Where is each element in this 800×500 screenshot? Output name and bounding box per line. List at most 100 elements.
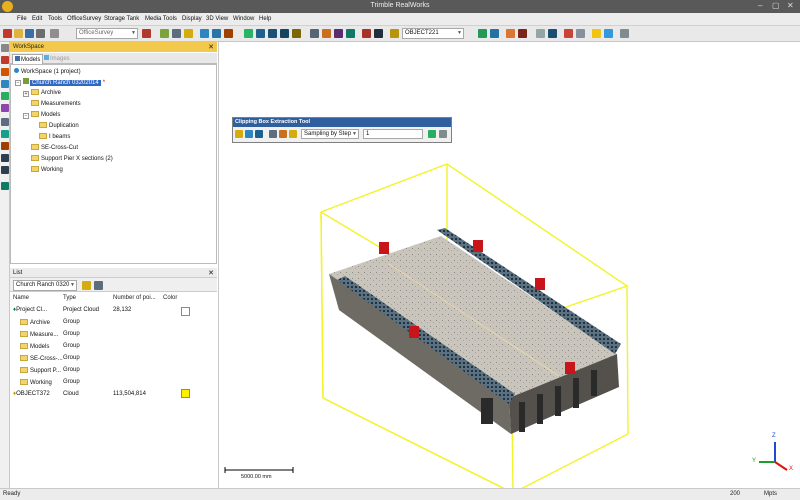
top-view-icon[interactable] [256,29,265,38]
module-icon[interactable] [142,29,151,38]
view-icon[interactable] [244,29,253,38]
tree-project[interactable]: Church Ranch 03202014 * [23,78,105,87]
column-points[interactable]: Number of poi... [113,295,156,301]
3d-viewport[interactable]: 5000.00 mm Z Y X [218,42,800,494]
column-name[interactable]: Name [13,295,29,301]
zoom-icon[interactable] [200,29,209,38]
menu-help[interactable]: Help [259,16,271,22]
rotate-box-icon[interactable] [255,130,263,138]
table-row[interactable]: Archive [20,319,50,331]
grid-icon[interactable] [490,29,499,38]
table-row[interactable]: ♦Project Cl... [13,307,47,319]
snap-icon[interactable] [478,29,487,38]
clip-icon[interactable] [362,29,371,38]
menu-storage-tank[interactable]: Storage Tank [104,16,139,22]
new-icon[interactable] [3,29,12,38]
point-size-icon[interactable] [346,29,355,38]
delete-icon[interactable] [1,56,9,64]
measure-icon[interactable] [184,29,193,38]
table-row[interactable]: ♦OBJECT372 [13,391,50,403]
layer-icon[interactable] [374,29,383,38]
marker-icon[interactable] [564,29,573,38]
list-project-select[interactable]: Church Ranch 0320 ▼ [13,280,77,291]
scan-icon[interactable] [548,29,557,38]
move-icon[interactable] [245,130,253,138]
menu-edit[interactable]: Edit [32,16,42,22]
table-row[interactable]: Models [20,343,49,355]
mesh-icon[interactable] [1,118,9,126]
open-icon[interactable] [14,29,23,38]
tree-root[interactable]: WorkSpace (1 project) [14,68,81,77]
blue-color-icon[interactable] [604,29,613,38]
tree-item-support-pier[interactable]: Support Pier X sections (2) [31,155,113,164]
extra-icon[interactable] [620,29,629,38]
apply-icon[interactable] [428,130,436,138]
rectangle-select-icon[interactable] [172,29,181,38]
rotate-icon[interactable] [224,29,233,38]
export-icon[interactable] [1,182,9,190]
tree-item-se-cross-cut[interactable]: SE-Cross-Cut [31,144,78,153]
color-icon[interactable] [322,29,331,38]
tab-images[interactable]: Images [42,54,72,64]
select-icon[interactable] [160,29,169,38]
table-row[interactable]: Measure... [20,331,58,343]
object-icon[interactable] [390,29,399,38]
close-icon[interactable]: ✕ [208,269,214,277]
tree-item-models[interactable]: Models [31,111,60,120]
object-select[interactable]: OBJECT221 ▼ [402,28,464,39]
tab-models[interactable]: Models [12,54,44,64]
cut-icon[interactable] [1,68,9,76]
side-view-icon[interactable] [280,29,289,38]
menu-display[interactable]: Display [182,16,202,22]
tree-item-archive[interactable]: Archive [31,89,61,98]
tree-expander[interactable]: + [23,91,29,97]
tree-item-working[interactable]: Working [31,166,63,175]
color-swatch[interactable] [181,307,190,316]
module-select[interactable]: OfficeSurvey ▼ [76,28,138,39]
iso-view-icon[interactable] [292,29,301,38]
menu-3d-view[interactable]: 3D View [206,16,228,22]
close-icon[interactable]: ✕ [208,43,214,51]
menu-window[interactable]: Window [233,16,254,22]
segment-icon[interactable] [1,80,9,88]
settings-icon[interactable] [576,29,585,38]
step-forward-icon[interactable] [289,130,297,138]
zoom-in-icon[interactable] [1,154,9,162]
yellow-color-icon[interactable] [592,29,601,38]
tree-expander[interactable]: − [15,80,21,86]
fence-icon[interactable] [1,92,9,100]
folder-up-icon[interactable] [82,281,91,290]
station-icon[interactable] [518,29,527,38]
pointer-icon[interactable] [1,44,9,52]
resize-icon[interactable] [269,130,277,138]
color-swatch-yellow[interactable] [181,389,190,398]
tree-item-measurements[interactable]: Measurements [31,100,81,109]
menu-media-tools[interactable]: Media Tools [145,16,177,22]
menu-file[interactable]: File [17,16,27,22]
polyline-icon[interactable] [1,104,9,112]
render-icon[interactable] [310,29,319,38]
table-row[interactable]: Support P... [20,367,61,379]
section-icon[interactable] [1,142,9,150]
save-icon[interactable] [25,29,34,38]
menu-officesurvey[interactable]: OfficeSurvey [67,16,101,22]
exit-tool-icon[interactable] [439,130,447,138]
print-icon[interactable] [36,29,45,38]
minimize-button[interactable]: – [758,1,762,10]
fit-icon[interactable] [1,130,9,138]
clip-box-icon[interactable] [235,130,243,138]
close-button[interactable]: ✕ [787,1,794,10]
lighting-icon[interactable] [334,29,343,38]
zoom-out-icon[interactable] [1,166,9,174]
sampling-mode-select[interactable]: Sampling by Step ▼ [301,129,359,139]
pan-icon[interactable] [212,29,221,38]
tree-item-i-beams[interactable]: I beams [39,133,70,142]
tree-item-duplication[interactable]: Duplication [39,122,79,131]
front-view-icon[interactable] [268,29,277,38]
column-color[interactable]: Color [163,295,177,301]
undo-icon[interactable] [50,29,59,38]
target-icon[interactable] [506,29,515,38]
table-row[interactable]: Working [20,379,52,391]
column-type[interactable]: Type [63,295,76,301]
step-backward-icon[interactable] [279,130,287,138]
